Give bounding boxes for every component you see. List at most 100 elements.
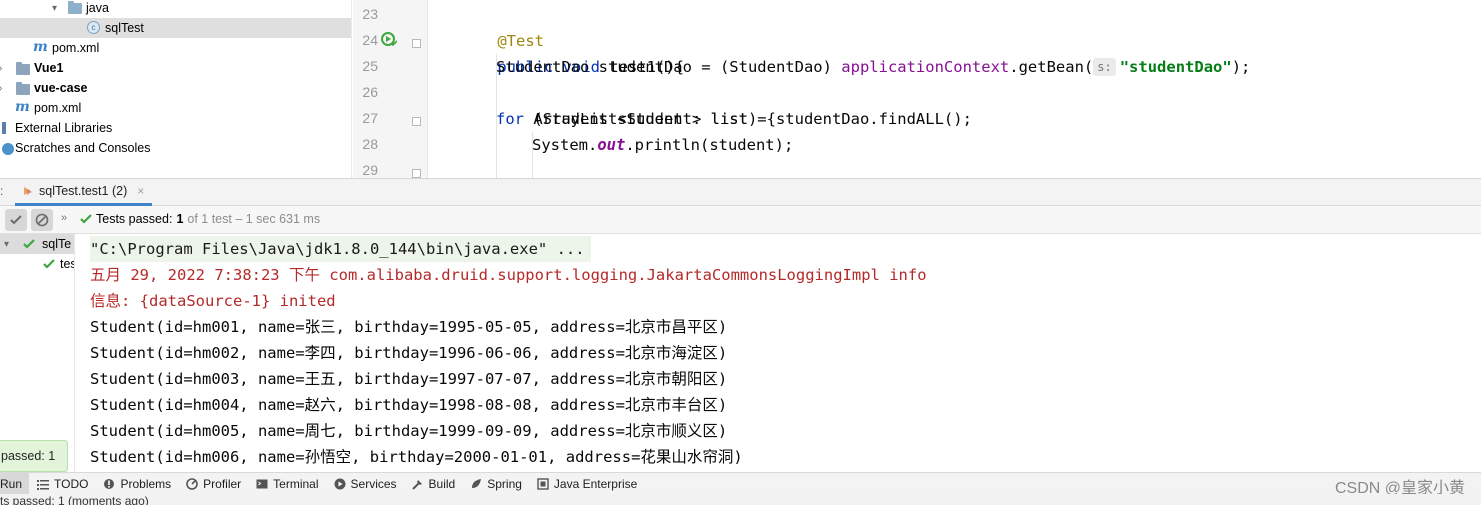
console-line: Student(id=hm006, name=孙悟空, birthday=200…	[90, 448, 743, 466]
test-status-summary: Tests passed: 1 of 1 test – 1 sec 631 ms	[80, 212, 320, 226]
tree-item-pom-xml[interactable]: m pom.xml	[0, 38, 351, 58]
status-count: 1	[176, 212, 184, 226]
line-number: 23	[362, 6, 378, 22]
tool-window-label: Profiler	[203, 476, 242, 491]
console-line: Student(id=hm001, name=张三, birthday=1995…	[90, 318, 728, 336]
chevron-down-icon[interactable]: ▾	[4, 239, 9, 250]
test-tree-label: tes	[60, 257, 74, 271]
test-tree-label: sqlTe	[42, 237, 72, 251]
test-class-icon: c	[87, 21, 100, 34]
tool-window-build[interactable]: Build	[404, 473, 463, 495]
line-number: 29	[362, 162, 378, 178]
test-tree-root[interactable]: ▾ sqlTe	[0, 234, 74, 254]
tree-item-vue1[interactable]: › Vue1	[0, 58, 351, 78]
code-line-24: public void test1(){	[497, 58, 684, 76]
close-icon[interactable]: ×	[137, 184, 144, 198]
test-passed-check-icon	[23, 239, 35, 249]
code-line-26: ArrayList<Student> list = studentDao.fin…	[533, 110, 972, 128]
status-label: Tests passed:	[96, 212, 173, 226]
tree-item-scratches[interactable]: Scratches and Consoles	[0, 138, 351, 158]
tree-item-label: pom.xml	[34, 101, 82, 115]
tool-window-services[interactable]: Services	[326, 473, 404, 495]
tree-item-java[interactable]: ▾ java	[0, 0, 351, 18]
tree-item-label: pom.xml	[52, 41, 100, 55]
tool-window-run[interactable]: Run	[0, 472, 30, 495]
tool-window-label: Problems	[120, 476, 172, 491]
chevron-right-icon[interactable]: ›	[0, 63, 2, 74]
fold-marker-icon[interactable]	[412, 117, 421, 126]
test-passed-check-icon	[80, 214, 92, 224]
more-actions-icon[interactable]: »	[61, 212, 67, 224]
tool-window-bar: Run TODO Problems Profiler Terminal Serv…	[0, 472, 1481, 495]
chevron-down-icon[interactable]: ▾	[52, 3, 57, 14]
parameter-hint: s:	[1093, 58, 1116, 76]
todo-icon	[37, 479, 50, 490]
tool-window-spring[interactable]: Spring	[462, 473, 529, 495]
tree-item-label: Vue1	[34, 61, 64, 75]
java-enterprise-icon	[537, 477, 549, 490]
code-editor[interactable]: 23 24 25 26 27 28 29 @Test public void t…	[353, 0, 1481, 178]
code-line-27: for (Student student : list) {	[496, 110, 776, 128]
chevron-right-icon[interactable]: ›	[0, 83, 2, 94]
tool-window-label: Spring	[487, 476, 522, 491]
test-toolbar: » Tests passed: 1 of 1 test – 1 sec 631 …	[0, 206, 1481, 234]
tool-window-todo[interactable]: TODO	[29, 473, 95, 495]
run-tab-label: sqlTest.test1 (2)	[39, 184, 128, 198]
line-number: 25	[362, 58, 378, 74]
run-test-gutter-icon[interactable]	[381, 31, 397, 47]
project-tree: ▾ java c sqlTest m pom.xml › Vue1 › vue-…	[0, 0, 352, 178]
test-tree-child[interactable]: tes	[0, 254, 74, 274]
test-run-icon	[24, 187, 32, 195]
fold-marker-icon[interactable]	[412, 169, 421, 178]
source-folder-icon	[68, 1, 82, 14]
status-bar: ts passed: 1 (moments ago)	[0, 494, 1481, 505]
code-line-28: System.out.println(student);	[532, 136, 794, 154]
console-line: Student(id=hm002, name=李四, birthday=1996…	[90, 344, 728, 362]
tree-item-label: sqlTest	[105, 21, 144, 35]
line-number: 26	[362, 84, 378, 100]
tree-item-sqltest[interactable]: c sqlTest	[0, 18, 351, 38]
run-config-tab[interactable]: sqlTest.test1 (2) ×	[15, 179, 153, 206]
status-bar-text: ts passed: 1 (moments ago)	[0, 494, 149, 505]
line-number: 28	[362, 136, 378, 152]
spring-icon	[472, 478, 482, 488]
maven-icon: m	[15, 99, 30, 115]
test-results-tree: ▾ sqlTe tes	[0, 234, 75, 472]
console-line: "C:\Program Files\Java\jdk1.8.0_144\bin\…	[90, 236, 591, 262]
tree-item-pom-xml-root[interactable]: m pom.xml	[0, 98, 351, 118]
tool-window-terminal[interactable]: Terminal	[248, 473, 325, 495]
terminal-icon	[256, 479, 268, 488]
tests-passed-balloon[interactable]: passed: 1	[0, 440, 68, 472]
library-icon	[2, 122, 6, 134]
tool-window-label: Java Enterprise	[553, 476, 638, 491]
run-panel-header: : sqlTest.test1 (2) ×	[0, 178, 1481, 206]
panel-separator: :	[0, 184, 4, 198]
services-icon	[334, 478, 346, 489]
code-line-29: }	[496, 158, 543, 178]
ignored-icon	[35, 213, 49, 227]
console-line: 信息: {dataSource-1} inited	[90, 292, 336, 310]
tool-window-label: TODO	[54, 476, 89, 491]
tool-window-java-enterprise[interactable]: Java Enterprise	[529, 473, 644, 495]
problems-icon	[104, 478, 115, 489]
show-ignored-button[interactable]	[31, 209, 53, 231]
tool-window-profiler[interactable]: Profiler	[178, 473, 248, 495]
scratch-icon	[2, 143, 14, 155]
check-icon	[10, 215, 22, 225]
show-passed-button[interactable]	[5, 209, 27, 231]
tree-item-external-libraries[interactable]: External Libraries	[0, 118, 351, 138]
tool-window-problems[interactable]: Problems	[95, 473, 178, 495]
status-detail: of 1 test – 1 sec 631 ms	[187, 212, 321, 226]
console-output[interactable]: "C:\Program Files\Java\jdk1.8.0_144\bin\…	[76, 234, 1481, 472]
code-line-23: @Test	[497, 32, 544, 50]
maven-icon: m	[33, 39, 48, 55]
console-line: Student(id=hm004, name=赵六, birthday=1998…	[90, 396, 728, 414]
tree-item-vue-case[interactable]: › vue-case	[0, 78, 351, 98]
tool-window-label: Services	[350, 476, 397, 491]
fold-marker-icon[interactable]	[412, 39, 421, 48]
tool-window-label: Run	[0, 476, 23, 491]
tree-item-label: vue-case	[34, 81, 88, 95]
console-line: Student(id=hm005, name=周七, birthday=1999…	[90, 422, 728, 440]
build-icon	[411, 479, 422, 490]
console-line: Student(id=hm003, name=王五, birthday=1997…	[90, 370, 728, 388]
